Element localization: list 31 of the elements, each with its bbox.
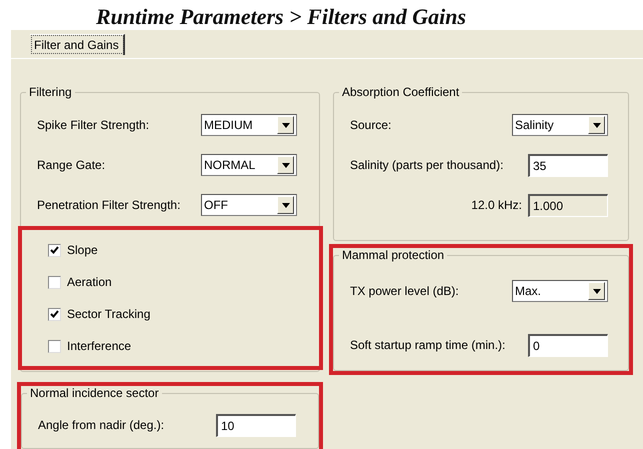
checkbox-label: Aeration [67, 275, 112, 289]
field-label: TX power level (dB): [349, 284, 459, 298]
field-label: Angle from nadir (deg.): [37, 418, 164, 432]
input-field[interactable]: 0 [528, 334, 608, 356]
dropdown[interactable]: OFF [201, 194, 297, 216]
tab[interactable]: Filter and Gains [30, 34, 125, 55]
checkbox[interactable] [48, 244, 61, 256]
group-title: Mammal protection [341, 248, 446, 262]
input-field[interactable]: 10 [216, 414, 296, 436]
dropdown[interactable]: Salinity [512, 114, 608, 136]
checkbox-label: Interference [67, 339, 132, 353]
field-label: Source: [349, 118, 392, 132]
dropdown[interactable]: MEDIUM [201, 114, 297, 136]
checkbox[interactable] [48, 308, 61, 320]
field-label: Salinity (parts per thousand): [349, 158, 504, 172]
page-heading: Runtime Parameters > Filters and Gains [96, 4, 466, 30]
group-title: Filtering [28, 85, 73, 99]
field-label: Spike Filter Strength: [36, 118, 150, 132]
checkbox-label: Sector Tracking [67, 307, 150, 321]
dropdown[interactable]: Max. [512, 280, 608, 302]
input-field[interactable]: 35 [528, 154, 608, 176]
group-title: Normal incidence sector [29, 386, 160, 400]
checkbox[interactable] [48, 276, 61, 288]
field-label: Range Gate: [36, 158, 106, 172]
field-label: Soft startup ramp time (min.): [349, 338, 506, 352]
dropdown[interactable]: NORMAL [201, 154, 297, 176]
group-title: Absorption Coefficient [341, 85, 460, 99]
checkbox[interactable] [48, 340, 61, 352]
checkbox-label: Slope [67, 243, 98, 257]
field-label: 12.0 kHz: [470, 198, 523, 212]
field-label: Penetration Filter Strength: [36, 198, 180, 212]
